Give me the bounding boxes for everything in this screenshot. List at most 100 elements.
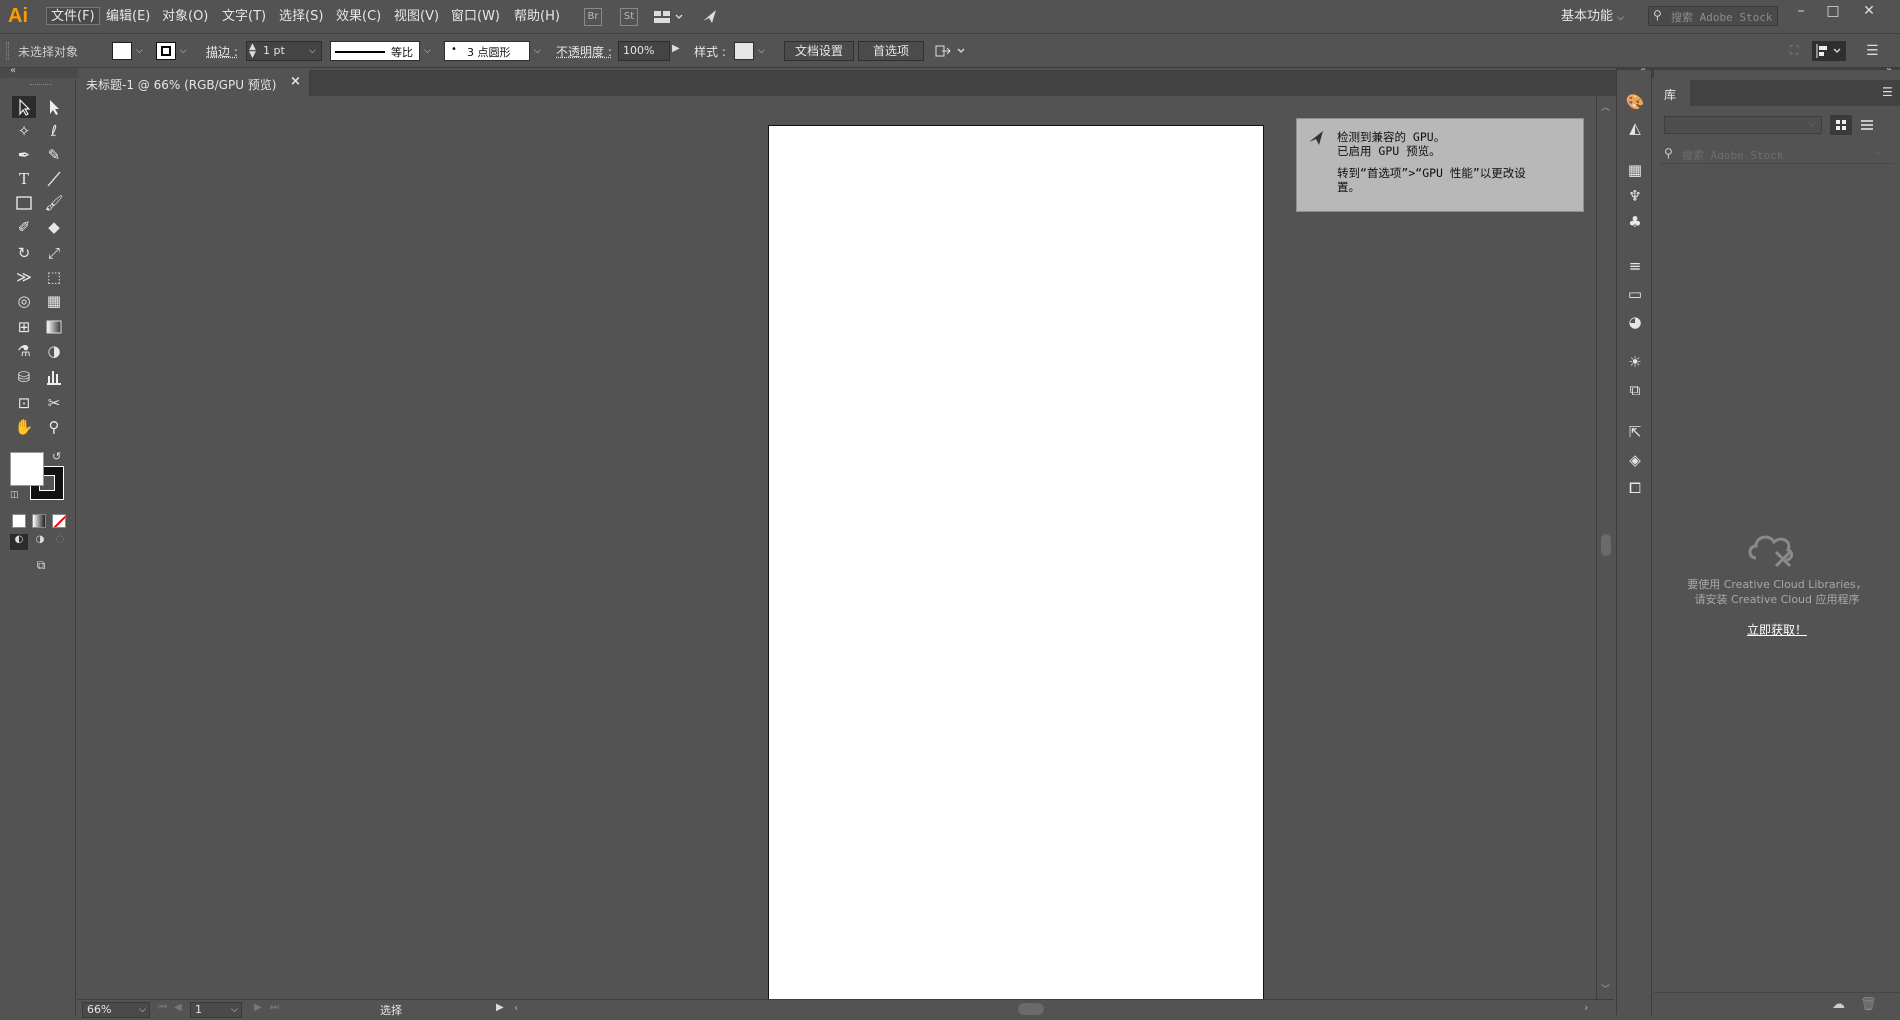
artboard[interactable] [768,125,1264,1000]
gradient-mode-icon[interactable] [32,514,46,528]
swap-colors-icon[interactable]: ↺ [52,450,64,463]
menu-view[interactable]: 视图(V) [390,8,443,26]
shaper-tool-icon[interactable]: ✐ [12,216,36,238]
align-panel-button[interactable] [1812,41,1846,61]
paintbrush-tool-icon[interactable]: 🖌 [42,192,66,214]
curvature-tool-icon[interactable]: ✎ [42,144,66,166]
type-tool-icon[interactable]: T [12,168,36,190]
width-tool-icon[interactable]: ≫ [12,266,36,288]
slice-tool-icon[interactable]: ✂ [42,392,66,414]
stepper-icon[interactable]: ▲ ▼ [249,43,256,60]
scroll-left-icon[interactable]: ‹ [514,1001,518,1014]
eraser-tool-icon[interactable]: ◆ [42,216,66,238]
mesh-tool-icon[interactable]: ⊞ [12,316,36,338]
library-search-field[interactable]: ⚲ 搜索 Adobe Stock ⌵ [1660,144,1894,164]
shape-builder-tool-icon[interactable]: ◎ [12,290,36,312]
fill-color-box[interactable] [10,452,44,486]
brushes-panel-icon[interactable]: ♆ [1624,186,1646,206]
stroke-profile-chevron-icon[interactable]: ⌵ [424,46,431,56]
close-window-button[interactable]: ✕ [1854,2,1884,20]
draw-inside-icon[interactable]: ◌ [52,534,68,550]
stroke-profile-select[interactable]: 等比 [330,41,420,61]
zoom-tool-icon[interactable]: ⚲ [42,416,66,438]
artboard-tool-icon[interactable]: ⊡ [12,392,36,414]
stroke-swatch[interactable] [156,42,176,60]
vertical-scrollbar[interactable]: ︿ ﹀ [1596,96,1614,999]
eyedropper-tool-icon[interactable]: ⚗ [12,340,36,362]
menu-window[interactable]: 窗口(W) [447,8,504,26]
close-tab-icon[interactable]: × [290,74,301,89]
stock-button[interactable]: St [620,8,638,26]
preferences-button[interactable]: 首选项 [858,41,924,61]
selection-tool-icon[interactable] [12,96,36,118]
free-transform-tool-icon[interactable]: ⬚ [42,266,66,288]
opacity-field[interactable]: 100% [618,41,670,61]
library-select[interactable]: ⌵ [1664,116,1822,134]
panel-menu-icon[interactable]: ☰ [1866,43,1884,59]
opacity-arrow-icon[interactable]: ▶ [672,43,686,59]
hand-tool-icon[interactable]: ✋ [12,416,36,438]
scale-tool-icon[interactable]: ⤢ [42,242,66,264]
direct-selection-tool-icon[interactable] [42,96,66,118]
cloud-sync-icon[interactable]: ☁ [1832,997,1845,1012]
list-view-button[interactable] [1856,115,1878,135]
stroke-weight-field[interactable]: ▲ ▼ 1 pt ⌵ [246,41,322,61]
tab-libraries[interactable]: 库 [1654,80,1690,106]
color-mode-icon[interactable] [12,514,26,528]
swatches-panel-icon[interactable]: ▦ [1624,160,1646,180]
transparency-panel-icon[interactable]: ◕ [1624,312,1646,332]
grip-handle[interactable] [6,42,9,60]
opacity-label[interactable]: 不透明度 : [556,43,612,60]
lasso-tool-icon[interactable]: ℓ [42,120,66,142]
tools-collapse-strip[interactable]: « [0,65,78,78]
arrange-menu-button[interactable] [934,42,968,60]
menu-edit[interactable]: 编辑(E) [102,8,154,26]
get-it-now-link[interactable]: 立即获取！ [1654,621,1900,638]
maximize-button[interactable]: □ [1818,2,1848,20]
panel-menu-icon[interactable]: ☰ [1882,85,1893,99]
stroke-panel-icon[interactable]: ≡ [1624,256,1646,276]
graphic-styles-panel-icon[interactable]: ⧉ [1624,380,1646,400]
default-colors-icon[interactable]: ◫ [10,490,22,502]
draw-normal-icon[interactable]: ◐ [10,534,28,550]
column-graph-tool-icon[interactable] [42,366,66,388]
workspace-switcher[interactable]: 基本功能 ⌵ [1557,8,1628,26]
first-artboard-icon[interactable]: ⏮ [158,1002,167,1013]
menu-object[interactable]: 对象(O) [158,8,212,26]
menu-type[interactable]: 文字(T) [218,8,270,26]
stroke-label[interactable]: 描边 : [206,43,238,60]
document-setup-button[interactable]: 文档设置 [784,41,854,61]
perspective-grid-tool-icon[interactable]: ▦ [42,290,66,312]
blend-tool-icon[interactable]: ◑ [42,340,66,362]
vertical-scroll-thumb[interactable] [1601,534,1611,556]
rotate-tool-icon[interactable]: ↻ [12,242,36,264]
scroll-down-icon[interactable]: ﹀ [1601,982,1610,995]
menu-effect[interactable]: 效果(C) [332,8,385,26]
isolate-icon[interactable]: ⛶ [1790,43,1806,59]
gradient-panel-icon[interactable]: ▭ [1624,284,1646,304]
artboards-panel-icon[interactable]: ⧠ [1624,478,1646,498]
gradient-tool-icon[interactable] [42,316,66,338]
chevron-down-icon[interactable]: ⌵ [309,46,316,56]
layers-panel-icon[interactable]: ◈ [1624,450,1646,470]
minimize-button[interactable]: – [1786,2,1816,20]
stroke-dropdown-chevron-icon[interactable]: ⌵ [180,46,187,56]
bridge-button[interactable]: Br [584,8,602,26]
magic-wand-tool-icon[interactable]: ✧ [12,120,36,142]
menu-file[interactable]: 文件(F) [46,7,100,25]
graphic-style-swatch[interactable] [734,42,754,60]
fill-dropdown-chevron-icon[interactable]: ⌵ [136,46,143,56]
scroll-right-icon[interactable]: › [1584,1001,1588,1014]
grid-view-button[interactable] [1830,115,1852,135]
screen-mode-icon[interactable]: ⧉ [28,558,54,576]
menu-help[interactable]: 帮助(H) [510,8,564,26]
prev-artboard-icon[interactable]: ◀ [174,1002,182,1013]
pen-tool-icon[interactable]: ✒ [12,144,36,166]
style-chevron-icon[interactable]: ⌵ [758,46,765,56]
fill-swatch[interactable] [112,42,132,60]
symbol-sprayer-tool-icon[interactable]: ⛁ [12,366,36,388]
line-segment-tool-icon[interactable] [42,168,66,190]
artboard-navigation-select[interactable]: 1 ⌵ [190,1002,242,1018]
stock-search-field[interactable]: ⚲ 搜索 Adobe Stock [1648,6,1778,26]
status-menu-arrow-icon[interactable]: ▶ [496,1002,504,1013]
